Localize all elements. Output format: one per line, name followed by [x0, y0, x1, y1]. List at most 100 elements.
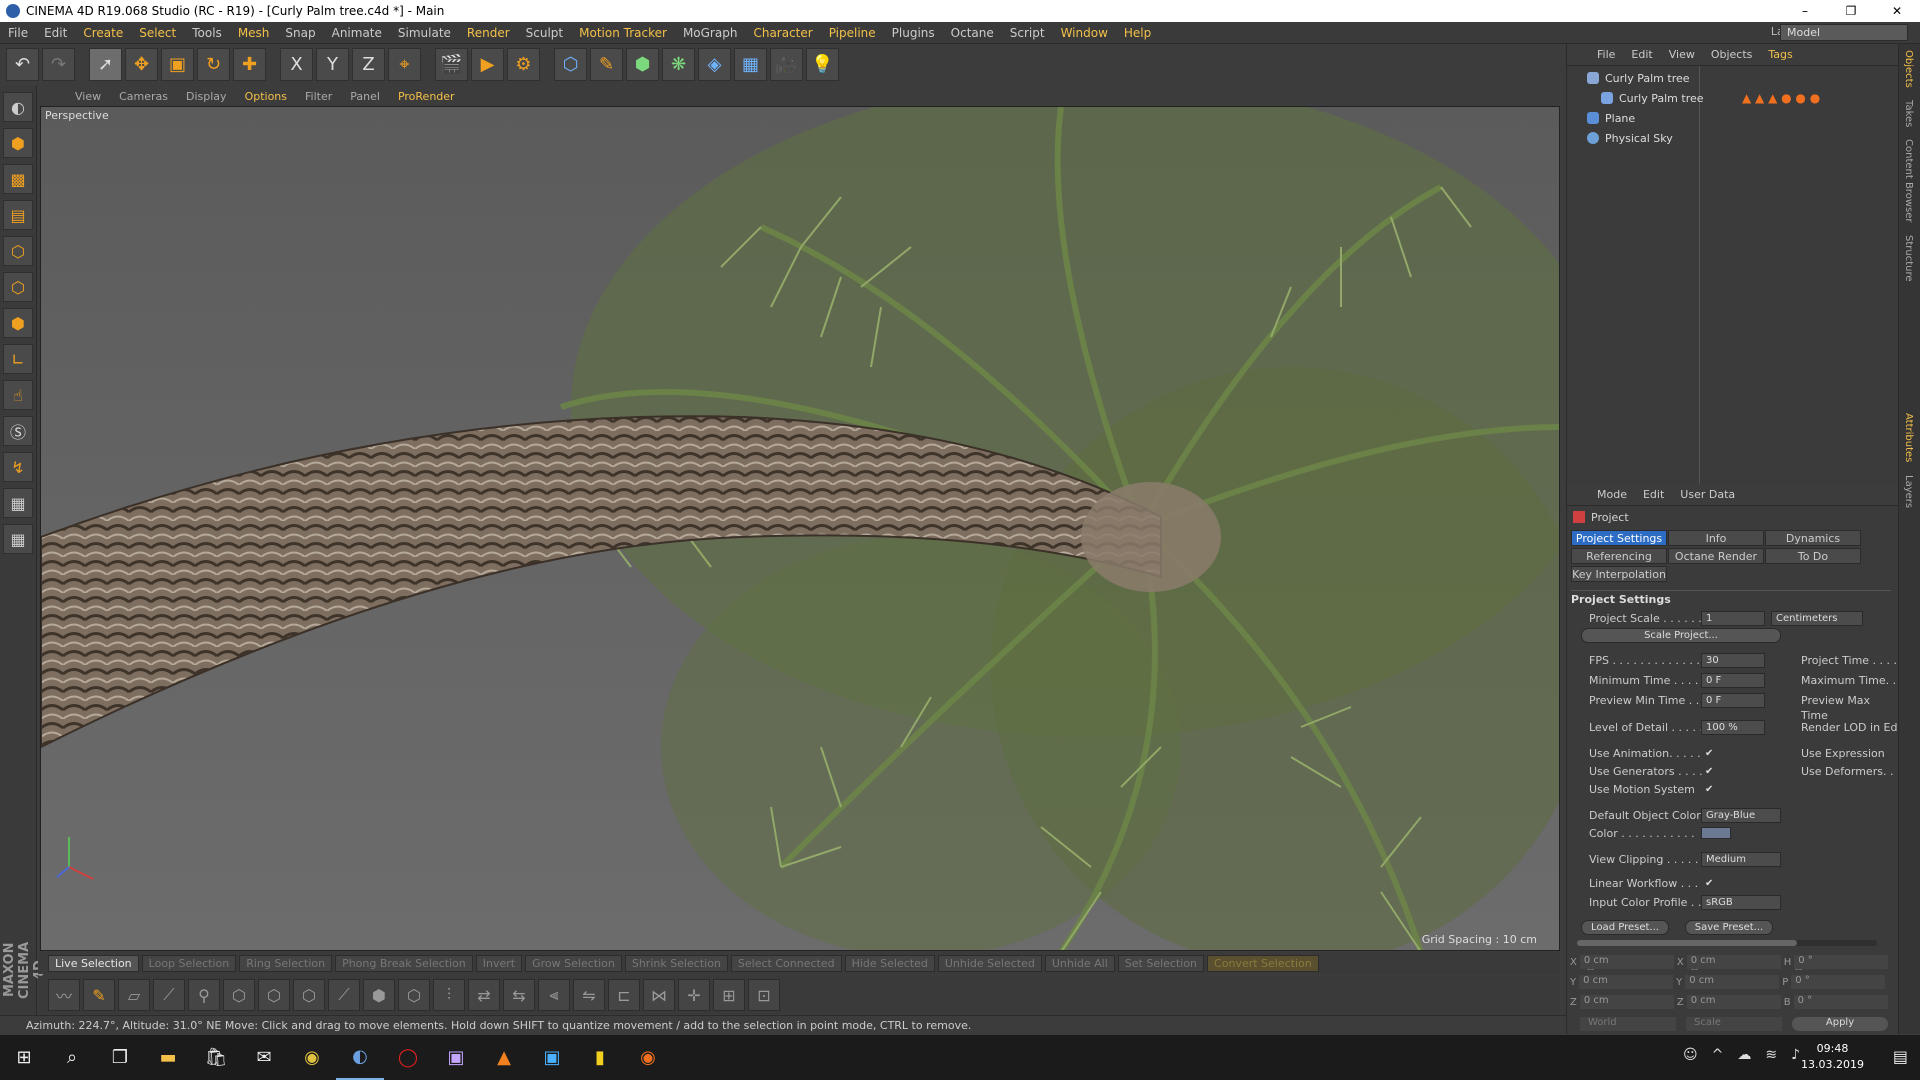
- use-motion-system-checkbox[interactable]: ✔: [1705, 784, 1716, 795]
- file-explorer-icon[interactable]: ▬: [144, 1035, 192, 1080]
- snapping-icon[interactable]: Ⓢ: [3, 416, 33, 446]
- transform-tool-icon[interactable]: ✚: [233, 48, 266, 81]
- photoshop-icon[interactable]: ▣: [528, 1035, 576, 1080]
- start-icon[interactable]: ⊞: [0, 1035, 48, 1080]
- menu-character[interactable]: Character: [745, 22, 820, 44]
- tab-to-do[interactable]: To Do: [1765, 548, 1861, 564]
- rotation-b-input[interactable]: 0 °: [1793, 995, 1888, 1009]
- dock-tab-takes[interactable]: Takes: [1899, 94, 1918, 133]
- minimum-time-input[interactable]: 0 F: [1701, 673, 1765, 688]
- position-z-input[interactable]: 0 cm: [1579, 995, 1674, 1009]
- menu-motion-tracker[interactable]: Motion Tracker: [571, 22, 675, 44]
- object-row[interactable]: Plane: [1567, 108, 1898, 128]
- tab-key-interpolation[interactable]: Key Interpolation: [1571, 566, 1667, 582]
- chrome-icon[interactable]: ◉: [288, 1035, 336, 1080]
- search-icon[interactable]: ⌕: [48, 1035, 96, 1080]
- viewport-menu-prorender[interactable]: ProRender: [389, 90, 464, 103]
- menu-animate[interactable]: Animate: [324, 22, 390, 44]
- phong-break-selection-button[interactable]: Phong Break Selection: [335, 954, 473, 972]
- smooth-shift-icon[interactable]: ⬢: [363, 979, 395, 1011]
- input-color-profile-select[interactable]: sRGB: [1701, 895, 1781, 910]
- menu-mesh[interactable]: Mesh: [230, 22, 278, 44]
- use-generators-checkbox[interactable]: ✔: [1705, 766, 1716, 777]
- cinema4d-taskbar-icon[interactable]: ◐: [336, 1035, 384, 1080]
- stitch-icon[interactable]: ⋈: [643, 979, 675, 1011]
- select-connected-button[interactable]: Select Connected: [730, 954, 842, 972]
- viewport-menu-display[interactable]: Display: [177, 90, 236, 103]
- dock-tab-objects[interactable]: Objects: [1899, 44, 1918, 94]
- project-scale-input[interactable]: 1: [1701, 611, 1765, 626]
- normal-move-icon[interactable]: ⫶: [433, 979, 465, 1011]
- hide-selected-button[interactable]: Hide Selected: [844, 954, 935, 972]
- level-of-detail-input[interactable]: 100 %: [1701, 720, 1765, 735]
- om-menu-view[interactable]: View: [1661, 48, 1703, 61]
- select-tool-icon[interactable]: ➚: [89, 48, 122, 81]
- use-animation-checkbox[interactable]: ✔: [1705, 748, 1716, 759]
- iron-icon[interactable]: ⇆: [503, 979, 535, 1011]
- rotation-p-input[interactable]: 0 °: [1791, 975, 1886, 989]
- render-view-icon[interactable]: 🎬: [435, 48, 468, 81]
- viewport-3d[interactable]: Perspective Grid Spacing : 10 cm: [40, 106, 1560, 951]
- menu-mograph[interactable]: MoGraph: [675, 22, 746, 44]
- tab-dynamics[interactable]: Dynamics: [1765, 530, 1861, 546]
- cube-primitive-icon[interactable]: ⬡: [554, 48, 587, 81]
- linear-workflow-checkbox[interactable]: ✔: [1705, 878, 1716, 889]
- om-menu-file[interactable]: File: [1589, 48, 1623, 61]
- size-x-input[interactable]: 0 cm: [1686, 955, 1781, 969]
- menu-sculpt[interactable]: Sculpt: [518, 22, 571, 44]
- horizontal-scrollbar[interactable]: [1577, 940, 1877, 946]
- menu-window[interactable]: Window: [1053, 22, 1116, 44]
- viewport-menu-panel[interactable]: Panel: [341, 90, 389, 103]
- dock-tab-attributes[interactable]: Attributes: [1899, 407, 1918, 468]
- camera-icon[interactable]: 🎥: [770, 48, 803, 81]
- locked-workplane-icon[interactable]: ↯: [3, 452, 33, 482]
- melt-icon[interactable]: ⊞: [713, 979, 745, 1011]
- position-x-input[interactable]: 0 cm: [1579, 955, 1674, 969]
- pen-spline-icon[interactable]: ✎: [590, 48, 623, 81]
- object-row[interactable]: Curly Palm tree: [1567, 68, 1898, 88]
- color-swatch[interactable]: [1701, 827, 1731, 839]
- bevel-icon[interactable]: ⬡: [223, 979, 255, 1011]
- am-menu-mode[interactable]: Mode: [1589, 488, 1635, 501]
- viewport-menu-filter[interactable]: Filter: [296, 90, 341, 103]
- slide-icon[interactable]: ⇄: [468, 979, 500, 1011]
- viewport-menu-cameras[interactable]: Cameras: [110, 90, 177, 103]
- am-menu-edit[interactable]: Edit: [1635, 488, 1672, 501]
- action-center-icon[interactable]: ▤: [1893, 1047, 1908, 1066]
- menu-tools[interactable]: Tools: [184, 22, 230, 44]
- model-mode-icon[interactable]: ⬢: [3, 128, 33, 158]
- brush-tool-icon[interactable]: ✎: [83, 979, 115, 1011]
- om-menu-tags[interactable]: Tags: [1760, 48, 1800, 61]
- object-row[interactable]: Physical Sky: [1567, 128, 1898, 148]
- render-picture-viewer-icon[interactable]: ▶: [471, 48, 504, 81]
- tab-referencing[interactable]: Referencing: [1571, 548, 1667, 564]
- rotate-tool-icon[interactable]: ↻: [197, 48, 230, 81]
- convert-selection-button[interactable]: Convert Selection: [1207, 954, 1319, 972]
- extrude-icon[interactable]: ▱: [118, 979, 150, 1011]
- scale-project-button[interactable]: Scale Project...: [1581, 628, 1781, 643]
- volume-icon[interactable]: ♪: [1791, 1047, 1800, 1063]
- polygon-pen-icon[interactable]: ⬡: [398, 979, 430, 1011]
- clock[interactable]: 09:48 13.03.2019: [1801, 1041, 1864, 1073]
- optimize-icon[interactable]: ⊡: [748, 979, 780, 1011]
- opera-icon[interactable]: ◯: [384, 1035, 432, 1080]
- menu-select[interactable]: Select: [131, 22, 184, 44]
- store-icon[interactable]: 🛍: [192, 1035, 240, 1080]
- grow-selection-button[interactable]: Grow Selection: [525, 954, 622, 972]
- menu-edit[interactable]: Edit: [36, 22, 75, 44]
- extrude-inner-icon[interactable]: ⬡: [258, 979, 290, 1011]
- x-axis-lock-button[interactable]: X: [280, 48, 313, 81]
- floor-scene-icon[interactable]: ▦: [734, 48, 767, 81]
- planar-workplane-icon[interactable]: ▦: [3, 488, 33, 518]
- menu-create[interactable]: Create: [75, 22, 131, 44]
- tab-project-settings[interactable]: Project Settings: [1571, 530, 1667, 546]
- redo-icon[interactable]: ↷: [42, 48, 75, 81]
- om-menu-edit[interactable]: Edit: [1623, 48, 1660, 61]
- weld-icon[interactable]: ⚲: [188, 979, 220, 1011]
- mirror-icon[interactable]: ⇋: [573, 979, 605, 1011]
- unhide-selected-button[interactable]: Unhide Selected: [937, 954, 1042, 972]
- layout-select[interactable]: Model: [1780, 24, 1908, 41]
- knife-icon[interactable]: ⟋: [153, 979, 185, 1011]
- render-settings-icon[interactable]: ⚙: [507, 48, 540, 81]
- onedrive-icon[interactable]: ☁: [1737, 1047, 1751, 1063]
